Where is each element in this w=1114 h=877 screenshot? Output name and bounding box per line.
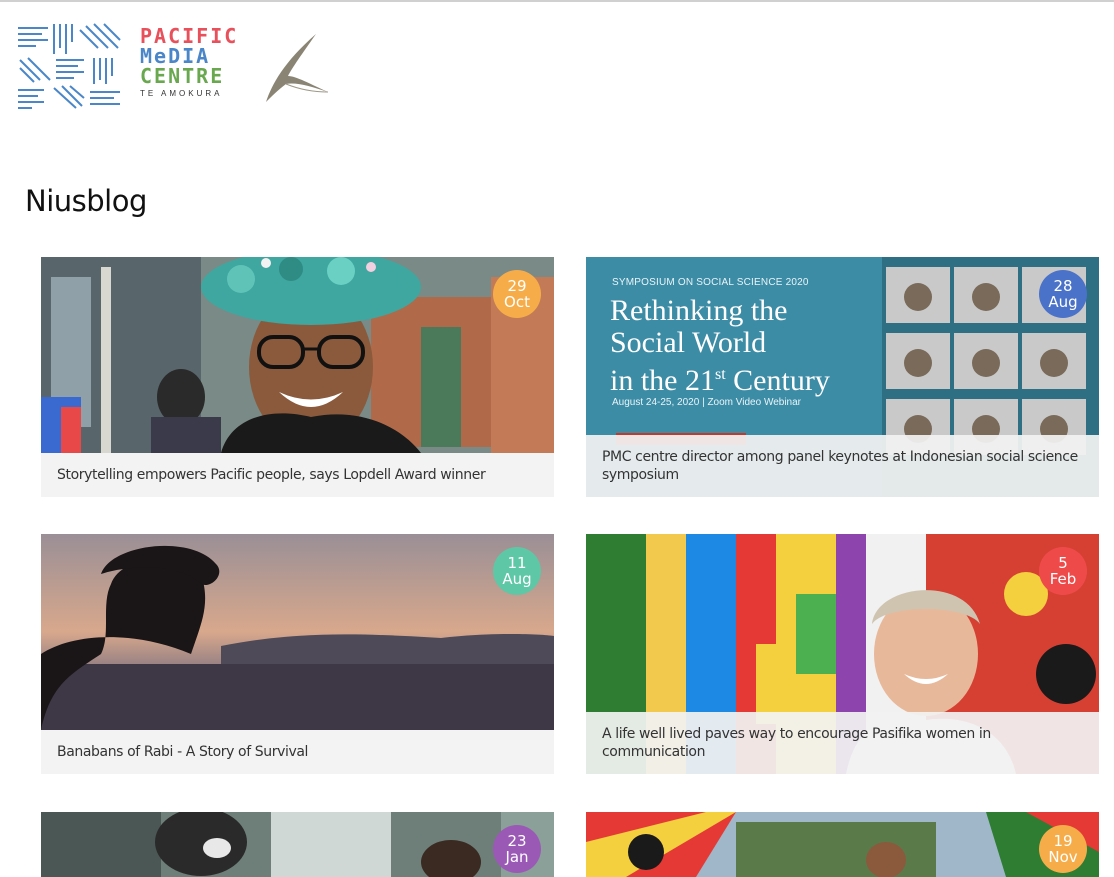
- post-card[interactable]: A life well lived paves way to encourage…: [586, 534, 1099, 774]
- tropicbird-icon: [266, 34, 329, 102]
- post-date-badge: 28 Aug: [1039, 270, 1087, 318]
- post-title[interactable]: Storytelling empowers Pacific people, sa…: [41, 453, 554, 497]
- brand-subtitle: TE AMOKURA: [140, 89, 223, 98]
- post-card[interactable]: 23 Jan: [41, 812, 554, 877]
- post-date-month: Oct: [504, 293, 530, 311]
- post-card[interactable]: 19 Nov: [586, 812, 1099, 877]
- banner-line-3-text: in the 21: [610, 364, 715, 397]
- post-date-badge: 29 Oct: [493, 270, 541, 318]
- brand-wordmark[interactable]: PACIFIC MeDIA CENTRE TE AMOKURA: [140, 26, 238, 98]
- post-card[interactable]: Banabans of Rabi - A Story of Survival 1…: [41, 534, 554, 774]
- post-date-day: 29: [507, 277, 527, 295]
- post-date-day: 19: [1053, 832, 1073, 850]
- banner-line-1: Rethinking the: [610, 294, 788, 327]
- post-date-month: Jan: [505, 848, 529, 866]
- banner-line-2: Social World: [610, 326, 767, 359]
- banner-line-3-end: Century: [725, 364, 830, 397]
- post-date-month: Feb: [1049, 570, 1077, 588]
- post-date-badge: 19 Nov: [1039, 825, 1087, 873]
- banner-line-3-sup: st: [715, 366, 726, 383]
- post-thumbnail: [41, 257, 554, 453]
- post-date-day: 28: [1053, 277, 1073, 295]
- post-date-day: 23: [507, 832, 527, 850]
- post-date-badge: 5 Feb: [1039, 547, 1087, 595]
- site-header: PACIFIC MeDIA CENTRE TE AMOKURA: [0, 2, 1114, 132]
- post-date-badge: 23 Jan: [493, 825, 541, 873]
- post-title[interactable]: A life well lived paves way to encourage…: [586, 712, 1099, 774]
- pmc-logo-mark-icon[interactable]: [14, 20, 124, 112]
- post-date-month: Aug: [502, 570, 532, 588]
- banner-kicker: SYMPOSIUM ON SOCIAL SCIENCE 2020: [612, 277, 809, 288]
- post-thumbnail: [41, 812, 554, 877]
- brand-line-1: PACIFIC: [140, 24, 239, 48]
- banner-line-3: in the 21st Century: [610, 359, 830, 397]
- post-date-month: Aug: [1048, 293, 1078, 311]
- post-title[interactable]: PMC centre director among panel keynotes…: [586, 435, 1099, 497]
- brand-line-2: MeDIA: [140, 44, 211, 68]
- banner-headline: Rethinking the Social World in the 21st …: [610, 295, 830, 397]
- post-card[interactable]: Storytelling empowers Pacific people, sa…: [41, 257, 554, 497]
- post-date-month: Nov: [1048, 848, 1078, 866]
- post-thumbnail: [41, 534, 554, 730]
- post-card[interactable]: SYMPOSIUM ON SOCIAL SCIENCE 2020 Rethink…: [586, 257, 1099, 497]
- post-thumbnail: [586, 812, 1099, 877]
- post-date-day: 11: [507, 554, 527, 572]
- post-title[interactable]: Banabans of Rabi - A Story of Survival: [41, 730, 554, 774]
- brand-line-3: CENTRE: [140, 64, 225, 88]
- post-date-day: 5: [1058, 554, 1068, 572]
- banner-date: August 24-25, 2020 | Zoom Video Webinar: [612, 397, 802, 408]
- post-date-badge: 11 Aug: [493, 547, 541, 595]
- page-title: Niusblog: [25, 184, 147, 218]
